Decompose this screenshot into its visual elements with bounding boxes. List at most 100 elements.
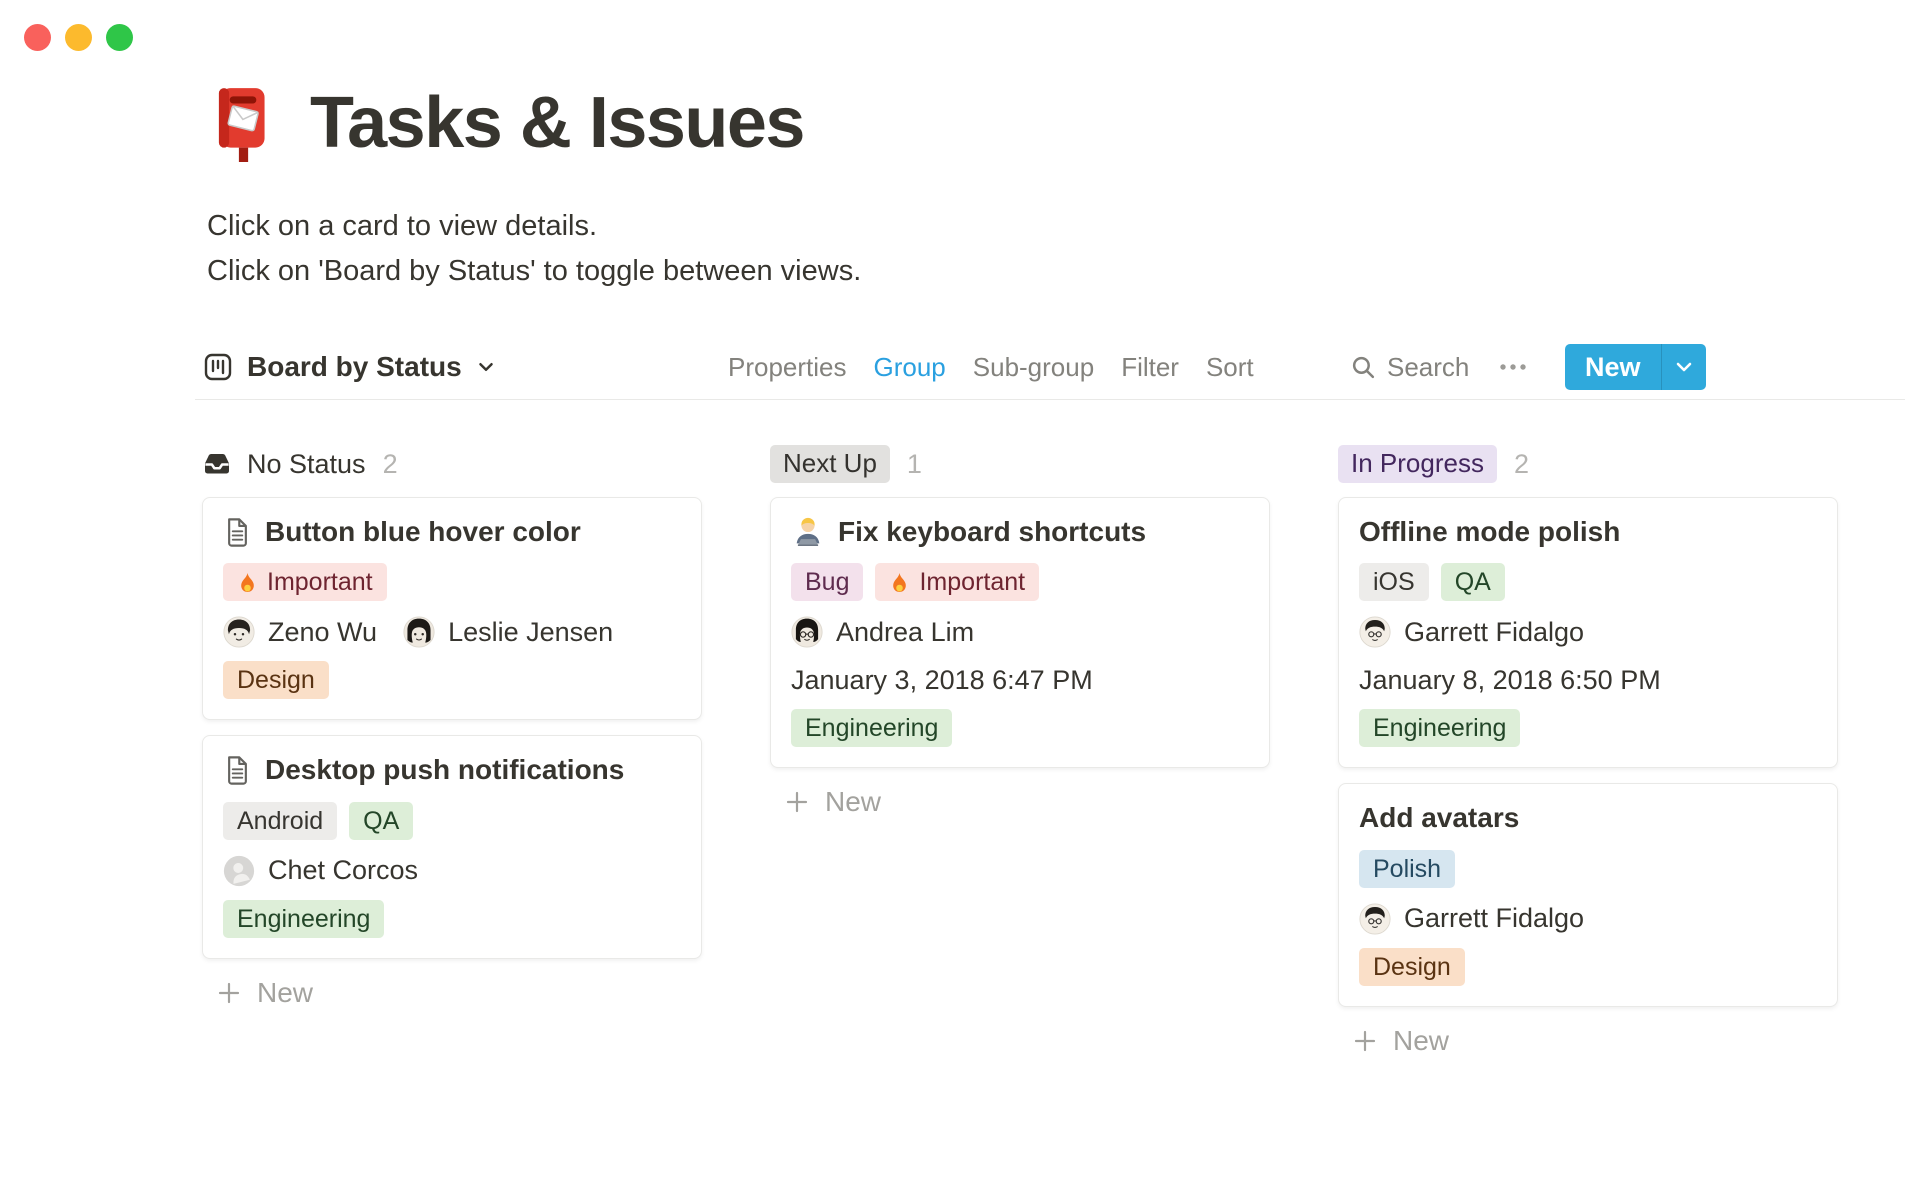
view-switcher-label: Board by Status: [247, 351, 462, 382]
status-badge: In Progress: [1338, 445, 1497, 483]
assignee: Andrea Lim: [791, 616, 975, 649]
card-add-avatars[interactable]: Add avatars Polish Garrett Fidalgo Desig…: [1338, 783, 1838, 1007]
tag-ios: iOS: [1359, 563, 1429, 602]
card-button-blue-hover-color[interactable]: Button blue hover color Important Zeno W…: [202, 497, 702, 721]
new-button[interactable]: New: [1565, 344, 1706, 390]
tag-engineering: Engineering: [1359, 709, 1521, 748]
tag-row: Design: [1359, 947, 1817, 986]
tag-row: Engineering: [223, 899, 681, 938]
tag-design: Design: [223, 661, 329, 700]
avatar: [791, 616, 823, 649]
person-name: Garrett Fidalgo: [1404, 616, 1585, 647]
zoom-window-button[interactable]: [106, 24, 133, 51]
add-card-button[interactable]: New: [216, 977, 702, 1009]
menu-item-group[interactable]: Group: [874, 352, 946, 383]
menu-item-properties[interactable]: Properties: [728, 352, 847, 383]
status-badge: Next Up: [770, 445, 890, 483]
plus-icon: [784, 789, 810, 815]
board-column-in-progress: In Progress 2 Offline mode polish iOS QA…: [1338, 444, 1838, 1057]
page-icon: [223, 755, 252, 786]
view-switcher-board-by-status[interactable]: Board by Status: [203, 336, 496, 398]
tag-row: Important: [223, 563, 681, 602]
person-name: Leslie Jensen: [448, 616, 614, 647]
assignee: Chet Corcos: [223, 855, 418, 887]
minimize-window-button[interactable]: [65, 24, 92, 51]
menu-item-sort[interactable]: Sort: [1206, 352, 1254, 383]
tag-label: Design: [1373, 952, 1451, 981]
tag-label: Engineering: [237, 904, 371, 933]
assignee-row: Zeno Wu Leslie Jensen: [223, 616, 681, 649]
plus-icon: [1352, 1028, 1378, 1054]
menu-item-filter[interactable]: Filter: [1121, 352, 1179, 383]
add-card-button[interactable]: New: [1352, 1025, 1838, 1057]
tag-important: Important: [223, 563, 387, 602]
more-options-button[interactable]: [1497, 336, 1529, 398]
person-name: Andrea Lim: [836, 616, 975, 647]
search-label: Search: [1387, 351, 1470, 382]
tag-label: Design: [237, 666, 315, 695]
column-count: 2: [382, 448, 398, 479]
column-count: 1: [906, 448, 922, 479]
column-header-next-up[interactable]: Next Up 1: [770, 444, 1270, 484]
page-icon: [223, 517, 252, 548]
search-button[interactable]: Search: [1350, 336, 1469, 398]
search-icon: [1350, 354, 1377, 381]
tag-engineering: Engineering: [223, 899, 385, 938]
add-card-label: New: [825, 786, 882, 818]
tag-row: Design: [223, 661, 681, 700]
tag-qa: QA: [349, 801, 414, 840]
add-card-button[interactable]: New: [784, 786, 1270, 818]
tag-row: iOS QA: [1359, 563, 1817, 602]
tag-row: Polish: [1359, 849, 1817, 888]
tag-design: Design: [1359, 947, 1465, 986]
column-header-in-progress[interactable]: In Progress 2: [1338, 444, 1838, 484]
board-column-next-up: Next Up 1 Fix keyboard shortcuts Bug Imp…: [770, 444, 1270, 818]
assignee-row: Andrea Lim: [791, 616, 1249, 649]
tag-label: Important: [919, 568, 1026, 597]
due-date: January 3, 2018 6:47 PM: [791, 665, 1093, 696]
card-desktop-push-notifications[interactable]: Desktop push notifications Android QA Ch…: [202, 735, 702, 959]
fire-icon: [237, 571, 258, 594]
board-icon: [203, 352, 233, 382]
tag-row: Android QA: [223, 801, 681, 840]
page-title[interactable]: Tasks & Issues: [310, 87, 805, 159]
chevron-down-icon: [476, 357, 496, 377]
tag-engineering: Engineering: [791, 709, 953, 748]
card-title: Fix keyboard shortcuts: [838, 516, 1147, 547]
person-name: Chet Corcos: [268, 855, 419, 886]
page-header: Tasks & Issues: [204, 84, 805, 162]
tag-row: Bug Important: [791, 563, 1249, 602]
column-header-no-status[interactable]: No Status 2: [202, 444, 702, 484]
technologist-emoji-icon: [791, 515, 825, 549]
assignee: Zeno Wu: [223, 616, 377, 649]
add-card-label: New: [257, 976, 314, 1008]
tag-label: Polish: [1373, 854, 1442, 883]
tag-android: Android: [223, 801, 338, 840]
card-title: Offline mode polish: [1359, 516, 1621, 547]
card-fix-keyboard-shortcuts[interactable]: Fix keyboard shortcuts Bug Important And…: [770, 497, 1270, 769]
card-offline-mode-polish[interactable]: Offline mode polish iOS QA Garrett Fidal…: [1338, 497, 1838, 769]
assignee: Garrett Fidalgo: [1359, 616, 1585, 649]
tag-label: Bug: [805, 568, 850, 597]
tag-label: Android: [237, 806, 324, 835]
new-button-label[interactable]: New: [1565, 344, 1661, 390]
window-controls: [24, 24, 133, 51]
tag-label: Engineering: [805, 714, 939, 743]
tag-important: Important: [875, 563, 1040, 602]
tag-row: Engineering: [791, 709, 1249, 748]
close-window-button[interactable]: [24, 24, 51, 51]
add-card-label: New: [1393, 1024, 1450, 1056]
assignee-row: Garrett Fidalgo: [1359, 616, 1817, 649]
menu-item-sub-group[interactable]: Sub-group: [973, 352, 1094, 383]
avatar: [1359, 903, 1391, 935]
description-line: Click on 'Board by Status' to toggle bet…: [207, 255, 862, 287]
assignee: Leslie Jensen: [403, 616, 614, 649]
tag-row: Engineering: [1359, 709, 1817, 748]
chevron-down-icon[interactable]: [1660, 344, 1706, 390]
tag-label: iOS: [1373, 568, 1415, 597]
tag-polish: Polish: [1359, 849, 1456, 888]
card-title: Button blue hover color: [265, 516, 581, 547]
description-line: Click on a card to view details.: [207, 210, 598, 242]
avatar: [223, 616, 255, 649]
card-title: Add avatars: [1359, 802, 1520, 834]
